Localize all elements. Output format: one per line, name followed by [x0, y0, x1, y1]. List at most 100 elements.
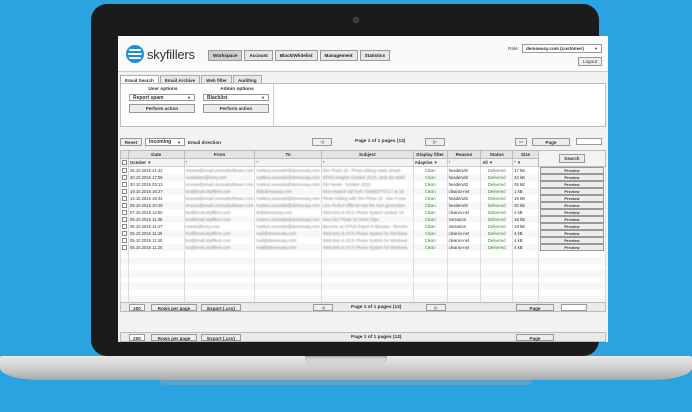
preview-button[interactable]: Preview: [539, 209, 604, 216]
row-checkbox[interactable]: [122, 209, 127, 215]
table-row[interactable]: 20.10.2015 03:13 sroewe@email.unorealsoft…: [120, 181, 607, 188]
col-date[interactable]: Date: [128, 150, 185, 159]
table-row[interactable]: 05.10.2015 11:40 bod@mail.skyfillers.com m…: [120, 237, 607, 244]
row-checkbox[interactable]: [122, 244, 127, 250]
preview-button[interactable]: Preview: [539, 230, 604, 237]
preview-button[interactable]: Preview: [539, 167, 604, 174]
filter-subject[interactable]: *: [320, 158, 414, 167]
preview-button[interactable]: Preview: [539, 223, 604, 230]
filter-display[interactable]: Adaptive ▼: [412, 158, 448, 167]
nav-management[interactable]: Management: [319, 50, 358, 61]
rows-per-page-input-2[interactable]: 200: [129, 334, 145, 341]
table-row[interactable]: 06.10.2015 11:35 bod@mail.skyfillers.com m…: [120, 216, 607, 223]
app-header: skyfillers Workspace Account Black/White…: [118, 36, 608, 72]
row-from: bod@mail.skyfillers.com: [183, 209, 256, 216]
row-size: 34 kB: [512, 174, 539, 181]
filter-status[interactable]: All ▼: [480, 158, 514, 167]
row-checkbox[interactable]: [122, 167, 127, 173]
row-subject: DKI Photo 15 - Photo editing made simple: [320, 166, 414, 174]
row-checkbox[interactable]: [122, 230, 127, 236]
row-status: Delivered: [480, 202, 514, 209]
filter-reason[interactable]: *: [446, 158, 482, 167]
filter-from[interactable]: *: [183, 158, 256, 167]
page-button[interactable]: Page: [532, 138, 570, 146]
filter-size[interactable]: * ▼: [512, 158, 539, 167]
role-select[interactable]: demoeasy.com (customer) ▼: [522, 44, 602, 53]
nav-blacklist[interactable]: Black/Whitelist: [274, 50, 318, 61]
col-display-filter[interactable]: Display filter: [412, 150, 448, 159]
col-from[interactable]: From: [183, 150, 256, 159]
admin-perform-action-button[interactable]: Perform action: [203, 104, 269, 113]
preview-button[interactable]: Preview: [539, 174, 604, 181]
row-filter: Clean: [412, 237, 448, 244]
preview-button[interactable]: Preview: [539, 195, 604, 202]
footer-prev-page-button[interactable]: ◁|: [313, 304, 333, 311]
row-from: bod@mail.skyfillers.com: [183, 237, 256, 244]
row-date: 20.10.2015 03:13: [128, 181, 185, 188]
table-row[interactable]: 19.10.2015 16:37 bod@mail.skyfillers.com i…: [120, 188, 607, 195]
preview-button[interactable]: Preview: [539, 188, 604, 195]
nav-account[interactable]: Account: [244, 50, 273, 61]
row-checkbox[interactable]: [122, 216, 127, 222]
row-checkbox[interactable]: [122, 174, 127, 180]
table-row[interactable]: 26.10.2015 21:42 sroewe@email.unorealsoft…: [120, 166, 607, 174]
row-reason: cleanio-net: [446, 188, 482, 195]
search-button[interactable]: Search: [558, 154, 585, 163]
col-status[interactable]: Status: [480, 150, 514, 159]
col-size[interactable]: Size: [512, 150, 539, 159]
footer-next-page-button[interactable]: |▷: [426, 304, 446, 311]
export-csv-button-2[interactable]: Export (.csv): [201, 334, 241, 341]
calendar-icon[interactable]: ▭: [515, 138, 527, 146]
next-page-button[interactable]: |▷: [425, 138, 445, 146]
footer-page-button-2[interactable]: Page: [516, 334, 554, 341]
admin-action-select[interactable]: Blacklist ▼: [203, 94, 269, 101]
footer-page-button[interactable]: Page: [516, 304, 554, 311]
skyfillers-logo-icon: [126, 45, 144, 63]
filter-date[interactable]: October ▼: [128, 158, 185, 167]
admin-options: Admin options Blacklist ▼ Perform action: [203, 87, 271, 113]
filter-to[interactable]: *: [254, 158, 322, 167]
page-input[interactable]: [576, 138, 602, 145]
table-row[interactable]: 08.10.2015 20:28 sroewe@email.unorealsoft…: [120, 202, 607, 209]
preview-button[interactable]: Preview: [539, 216, 604, 223]
direction-label: Email direction: [188, 139, 221, 145]
nav-statistics[interactable]: Statistics: [359, 50, 391, 61]
row-subject: Photo Editing with DKI Photo 15 - See it…: [320, 195, 414, 202]
row-from: sroewe@email.unorealsoftware.com: [183, 181, 256, 188]
table-row[interactable]: 20.10.2015 17:56 newsletter@sony.com marku…: [120, 174, 607, 181]
row-checkbox[interactable]: [122, 237, 127, 243]
preview-button[interactable]: Preview: [539, 237, 604, 244]
row-reason: cleanio-net: [446, 209, 482, 216]
user-action-select[interactable]: Report spam ▼: [129, 94, 195, 101]
table-row[interactable]: 14.10.2015 18:44 sroewe@email.unorealsoft…: [120, 195, 607, 202]
row-checkbox[interactable]: [122, 223, 127, 229]
rows-per-page-button[interactable]: Rows per page: [151, 304, 197, 311]
preview-button[interactable]: Preview: [539, 181, 604, 188]
rows-per-page-button-2[interactable]: Rows per page: [151, 334, 197, 341]
table-row[interactable]: 06.10.2015 11:47 events@sony.com markus.za…: [120, 223, 607, 230]
row-checkbox[interactable]: [122, 202, 127, 208]
table-row[interactable]: 05.10.2015 11:45 bod@mail.skyfillers.com m…: [120, 230, 607, 237]
preview-button[interactable]: Preview: [539, 244, 604, 251]
row-checkbox[interactable]: [122, 188, 127, 194]
table-row[interactable]: 07.10.2015 12:50 bod@mail.skyfillers.com i…: [120, 209, 607, 216]
footer-page-input[interactable]: [561, 304, 587, 311]
row-size: 4 kB: [512, 237, 539, 244]
row-checkbox[interactable]: [122, 195, 127, 201]
select-all-checkbox[interactable]: [122, 159, 127, 165]
user-perform-action-button[interactable]: Perform action: [129, 104, 195, 113]
rows-per-page-input[interactable]: 200: [129, 304, 145, 311]
preview-button[interactable]: Preview: [539, 202, 604, 209]
table-row[interactable]: 05.10.2015 11:20 bod@mail.skyfillers.com m…: [120, 244, 607, 251]
col-subject[interactable]: Subject: [320, 150, 414, 159]
direction-select[interactable]: Incoming ▼: [145, 138, 185, 146]
col-reason[interactable]: Reason: [446, 150, 482, 159]
logout-button[interactable]: Logout: [577, 57, 602, 66]
pager-text: Page 1 of 1 pages (13): [355, 139, 406, 144]
col-to[interactable]: To: [254, 150, 322, 159]
prev-page-button[interactable]: ◁|: [312, 138, 332, 146]
reset-button[interactable]: Reset: [120, 138, 142, 146]
export-csv-button[interactable]: Export (.csv): [201, 304, 241, 311]
row-checkbox[interactable]: [122, 181, 127, 187]
nav-workspace[interactable]: Workspace: [208, 50, 243, 61]
